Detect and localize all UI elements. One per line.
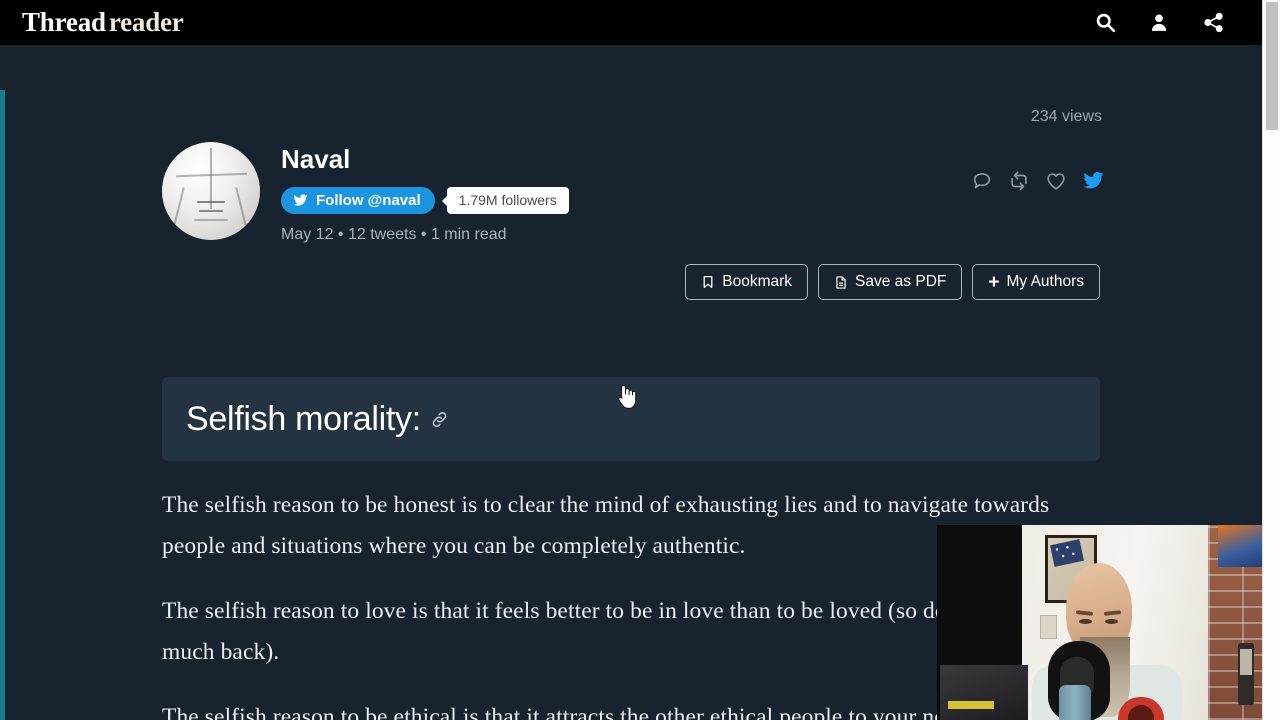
follow-row: Follow @naval 1.79M followers (281, 187, 569, 214)
view-count: 234 views (1030, 108, 1102, 125)
left-accent-strip (0, 90, 5, 720)
twitter-bird-icon (293, 194, 308, 206)
webcam-person-eye-left (1079, 619, 1092, 624)
paragraph: The selfish reason to be ethical is that… (162, 704, 1007, 720)
social-action-row (971, 170, 1106, 197)
author-name: Naval (281, 144, 351, 174)
browser-viewport: Thread reader 234 views Naval Follow @na… (0, 0, 1280, 720)
webcam-desk-gear (940, 665, 1028, 720)
author-details: Naval Follow @naval 1.79M followers May … (281, 142, 569, 244)
paragraph: The selfish reason to love is that it fe… (162, 598, 1041, 665)
thread-title-box: Selfish morality: (162, 377, 1100, 461)
share-icon[interactable] (1202, 12, 1224, 34)
avatar[interactable] (162, 142, 260, 240)
webcam-microphone (1059, 685, 1091, 720)
plus-icon: + (988, 271, 1000, 293)
search-icon[interactable] (1094, 12, 1116, 34)
site-header: Thread reader (0, 0, 1262, 45)
link-icon[interactable] (430, 410, 449, 429)
bookmark-label: Bookmark (722, 273, 793, 290)
follow-button-label: Follow @naval (316, 192, 421, 209)
save-as-pdf-label: Save as PDF (855, 273, 947, 290)
header-icon-group (1094, 12, 1224, 34)
bookmark-button[interactable]: Bookmark (685, 264, 809, 300)
followers-count-badge: 1.79M followers (441, 187, 569, 214)
bookmark-icon (703, 275, 713, 289)
author-block: Naval Follow @naval 1.79M followers May … (162, 142, 569, 244)
reply-icon[interactable] (971, 170, 993, 197)
my-authors-label: My Authors (1006, 273, 1084, 290)
article-actions: Bookmark Save as PDF + My Authors (685, 264, 1100, 300)
page-title: Selfish morality: (186, 399, 421, 438)
retweet-icon[interactable] (1007, 170, 1031, 197)
pdf-file-icon (836, 275, 846, 289)
thread-body: The selfish reason to be honest is to cl… (162, 485, 1062, 720)
webcam-video-overlay[interactable] (937, 525, 1280, 720)
paragraph: The selfish reason to be honest is to cl… (162, 492, 1050, 559)
webcam-desk-gear-accent (948, 701, 994, 709)
my-authors-button[interactable]: + My Authors (972, 264, 1100, 300)
webcam-guitar (1238, 643, 1254, 705)
site-logo[interactable]: Thread reader (22, 7, 184, 38)
user-icon[interactable] (1148, 12, 1170, 34)
webcam-light-switch (1040, 615, 1057, 639)
webcam-person-eye-right (1105, 619, 1118, 624)
heart-icon[interactable] (1045, 170, 1067, 197)
follow-button[interactable]: Follow @naval (281, 187, 435, 214)
logo-thread: Thread (22, 7, 106, 37)
scrollbar-thumb[interactable] (1266, 2, 1278, 130)
vertical-scrollbar[interactable] (1262, 0, 1280, 720)
twitter-bird-icon[interactable] (1081, 170, 1106, 197)
save-as-pdf-button[interactable]: Save as PDF (818, 264, 963, 300)
logo-reader: reader (108, 7, 184, 37)
article-meta: May 12 • 12 tweets • 1 min read (281, 226, 507, 243)
